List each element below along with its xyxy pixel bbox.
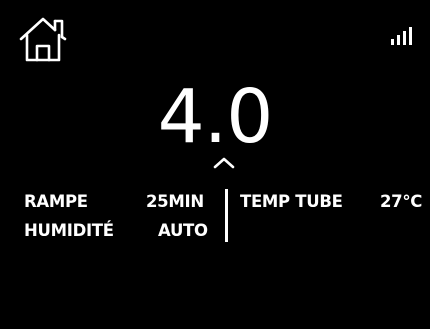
humidity-value: AUTO bbox=[158, 221, 208, 240]
increase-button[interactable] bbox=[211, 153, 237, 171]
signal-strength-icon bbox=[391, 27, 412, 45]
column-divider bbox=[225, 189, 228, 242]
chevron-up-icon bbox=[213, 157, 235, 169]
setpoint-value: 4.0 bbox=[157, 74, 274, 160]
home-button[interactable] bbox=[18, 16, 68, 64]
home-icon bbox=[19, 17, 67, 62]
tube-temp-label: TEMP TUBE bbox=[240, 192, 343, 211]
signal-strength-indicator bbox=[390, 26, 414, 46]
ramp-value: 25MIN bbox=[146, 192, 204, 211]
humidity-label: HUMIDITÉ bbox=[24, 221, 114, 240]
tube-temp-value: 27°C bbox=[380, 192, 423, 211]
ramp-label: RAMPE bbox=[24, 192, 88, 211]
